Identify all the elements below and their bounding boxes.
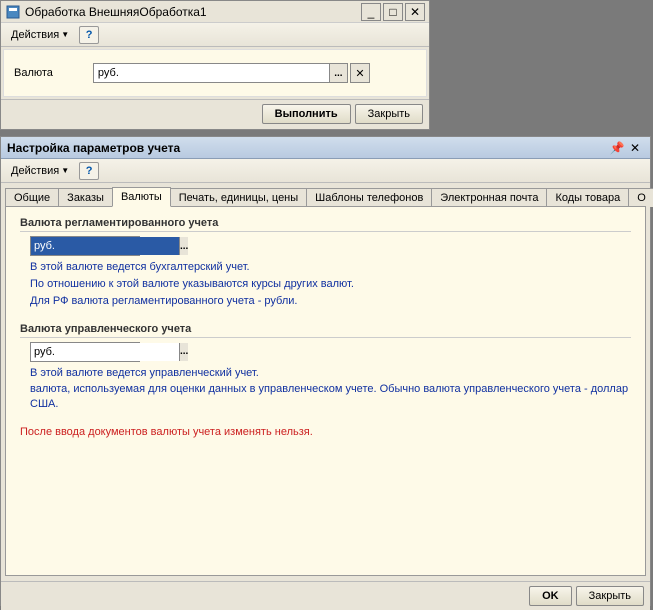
actions-menu[interactable]: Действия ▼ xyxy=(5,27,75,43)
tab-email[interactable]: Электронная почта xyxy=(431,188,547,207)
desc-text: Для РФ валюта регламентированного учета … xyxy=(30,294,631,309)
content-area: Валюта ... ✕ xyxy=(3,49,427,97)
actions-label: Действия xyxy=(11,165,59,177)
tab-orders[interactable]: Заказы xyxy=(58,188,113,207)
currency-input[interactable] xyxy=(94,64,329,82)
currency-combo[interactable]: ... xyxy=(93,63,348,83)
button-bar: Выполнить Закрыть xyxy=(1,99,429,128)
regulated-currency-combo[interactable]: ... xyxy=(30,236,140,256)
tab-phone-templates[interactable]: Шаблоны телефонов xyxy=(306,188,432,207)
section-title-regulated: Валюта регламентированного учета xyxy=(20,217,631,232)
maximize-button[interactable]: □ xyxy=(383,3,403,21)
currency-label: Валюта xyxy=(14,67,53,79)
clear-button[interactable]: ✕ xyxy=(350,63,370,83)
app-icon xyxy=(5,4,21,20)
settings-window: Настройка параметров учета 📌 ✕ Действия … xyxy=(0,136,651,606)
chevron-down-icon: ▼ xyxy=(61,166,69,175)
tab-content: Валюта регламентированного учета ... В э… xyxy=(5,206,646,576)
combo-lookup-button[interactable]: ... xyxy=(179,343,188,361)
warning-text: После ввода документов валюты учета изме… xyxy=(20,426,631,438)
tab-product-codes[interactable]: Коды товара xyxy=(546,188,629,207)
ok-button[interactable]: OK xyxy=(529,586,572,606)
pin-icon[interactable]: 📌 xyxy=(608,140,626,156)
window-title: Настройка параметров учета xyxy=(7,141,180,155)
tab-general[interactable]: Общие xyxy=(5,188,59,207)
management-currency-combo[interactable]: ... xyxy=(30,342,140,362)
window-title: Обработка ВнешняяОбработка1 xyxy=(25,5,207,19)
titlebar: Настройка параметров учета 📌 ✕ xyxy=(1,137,650,159)
toolbar: Действия ▼ ? xyxy=(1,23,429,47)
management-currency-input[interactable] xyxy=(31,343,179,361)
regulated-currency-input[interactable] xyxy=(31,237,179,255)
toolbar: Действия ▼ ? xyxy=(1,159,650,183)
tab-print[interactable]: Печать, единицы, цены xyxy=(170,188,307,207)
desc-text: В этой валюте ведется бухгалтерский учет… xyxy=(30,260,631,275)
combo-lookup-button[interactable]: ... xyxy=(329,64,347,82)
tab-currencies[interactable]: Валюты xyxy=(112,187,171,207)
desc-text: По отношению к этой валюте указываются к… xyxy=(30,277,631,292)
button-bar: OK Закрыть xyxy=(1,581,650,610)
execute-button[interactable]: Выполнить xyxy=(262,104,351,124)
tab-row: Общие Заказы Валюты Печать, единицы, цен… xyxy=(1,183,650,207)
titlebar: Обработка ВнешняяОбработка1 _ □ ✕ xyxy=(1,1,429,23)
help-button[interactable]: ? xyxy=(79,162,99,180)
processing-window: Обработка ВнешняяОбработка1 _ □ ✕ Действ… xyxy=(0,0,430,130)
desc-text: В этой валюте ведется управленческий уче… xyxy=(30,366,631,381)
minimize-button[interactable]: _ xyxy=(361,3,381,21)
tab-about[interactable]: О xyxy=(628,188,653,207)
actions-label: Действия xyxy=(11,29,59,41)
combo-lookup-button[interactable]: ... xyxy=(179,237,188,255)
actions-menu[interactable]: Действия ▼ xyxy=(5,163,75,179)
close-button[interactable]: ✕ xyxy=(405,3,425,21)
section-title-management: Валюта управленческого учета xyxy=(20,323,631,338)
close-button[interactable]: Закрыть xyxy=(576,586,644,606)
help-button[interactable]: ? xyxy=(79,26,99,44)
close-button[interactable]: ✕ xyxy=(626,140,644,156)
close-button[interactable]: Закрыть xyxy=(355,104,423,124)
chevron-down-icon: ▼ xyxy=(61,30,69,39)
desc-text: валюта, используемая для оценки данных в… xyxy=(30,382,631,412)
